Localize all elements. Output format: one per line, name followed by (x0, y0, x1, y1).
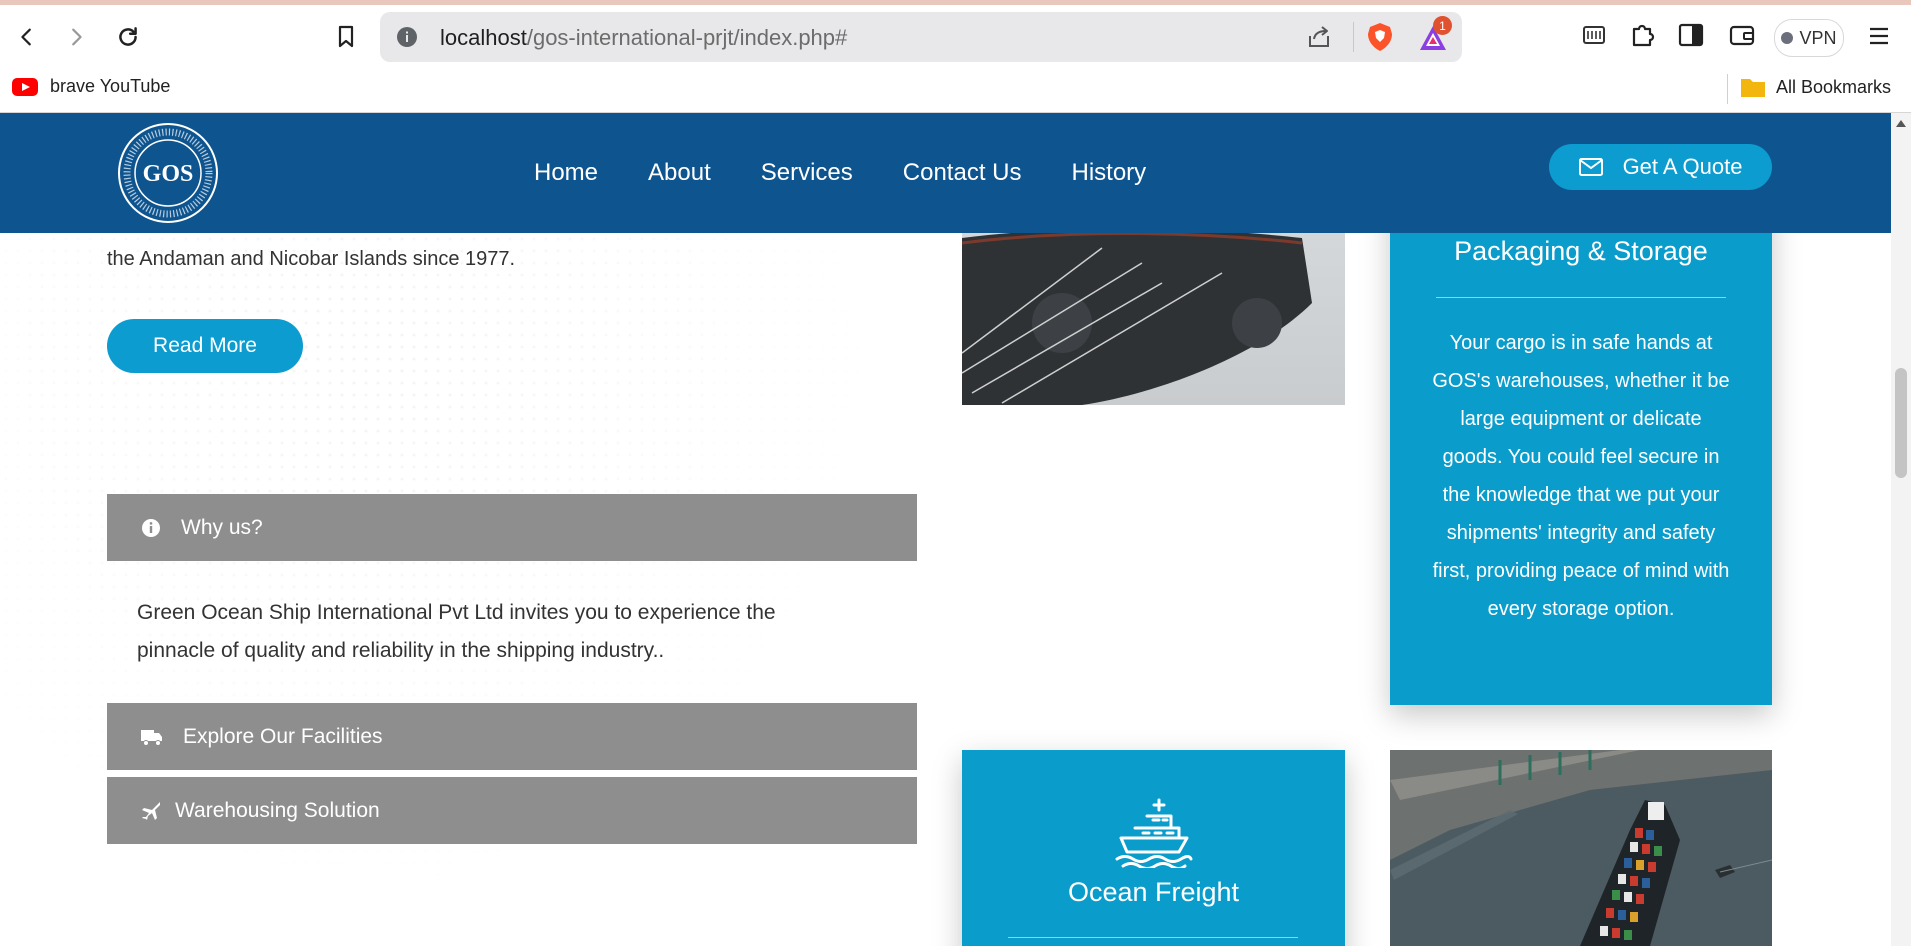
scroll-up-arrow-icon[interactable] (1896, 119, 1906, 127)
address-host: localhost (440, 25, 527, 50)
plane-icon (141, 801, 161, 821)
reload-button[interactable] (110, 19, 146, 55)
bookmarks-bar: brave YouTube All Bookmarks (0, 68, 1911, 113)
extensions-icon[interactable] (1628, 21, 1656, 49)
bookmarks-divider (1727, 74, 1728, 104)
forward-button[interactable] (58, 19, 94, 55)
bookmark-brave-youtube[interactable]: brave YouTube (12, 76, 170, 97)
main-nav: Home About Services Contact Us History (534, 113, 1196, 233)
back-button[interactable] (9, 19, 45, 55)
brave-shields-icon[interactable] (1366, 22, 1394, 52)
vpn-status-dot-icon (1781, 32, 1794, 44)
brave-wallet-icon[interactable] (1729, 23, 1755, 47)
gos-logo-icon: GOS (118, 123, 218, 223)
rewards-badge: 1 (1433, 16, 1452, 35)
address-url[interactable]: localhost/gos-international-prjt/index.p… (440, 25, 847, 51)
wallet-icon[interactable] (1582, 23, 1606, 47)
nav-contact-us[interactable]: Contact Us (903, 159, 1022, 187)
packaging-storage-title: Packaging & Storage (1454, 236, 1708, 266)
about-lead-text: the Andaman and Nicobar Islands since 19… (107, 248, 516, 270)
svg-text:GOS: GOS (143, 161, 194, 187)
card-divider (1436, 297, 1726, 298)
ocean-freight-title: Ocean Freight (1067, 877, 1240, 907)
read-more-button[interactable]: Read More (107, 319, 303, 373)
folder-icon (1741, 79, 1765, 97)
nav-history[interactable]: History (1072, 159, 1147, 187)
accordion-title: Explore Our Facilities (183, 724, 383, 748)
vpn-label: VPN (1799, 27, 1837, 48)
share-icon[interactable] (1306, 24, 1332, 50)
info-circle-icon (141, 518, 161, 538)
address-bar[interactable]: localhost/gos-international-prjt/index.p… (380, 12, 1462, 62)
youtube-icon (12, 77, 38, 96)
bookmark-icon (338, 25, 354, 48)
aerial-container-ship-image (1390, 750, 1772, 946)
scrollbar-thumb[interactable] (1895, 368, 1907, 478)
all-bookmarks-button[interactable]: All Bookmarks (1740, 76, 1891, 98)
accordion-explore-facilities[interactable]: Explore Our Facilities (107, 703, 917, 770)
browser-toolbar: localhost/gos-international-prjt/index.p… (0, 5, 1911, 68)
gos-logo[interactable]: GOS (116, 121, 220, 225)
get-a-quote-button[interactable]: Get A Quote (1549, 144, 1772, 190)
forward-arrow-icon (72, 28, 82, 46)
site-info-icon[interactable] (396, 26, 418, 48)
get-a-quote-label: Get A Quote (1622, 154, 1743, 179)
truck-icon (141, 728, 163, 746)
vpn-button[interactable]: VPN (1774, 19, 1844, 57)
cargo-ship-icon (1115, 798, 1193, 868)
page-scrollbar[interactable] (1891, 113, 1911, 946)
nav-about[interactable]: About (648, 159, 711, 187)
page-viewport: GOS Home About Services Contact Us Histo… (0, 113, 1891, 946)
envelope-icon (1578, 158, 1603, 176)
card-divider (1008, 937, 1298, 938)
nav-home[interactable]: Home (534, 159, 598, 187)
back-arrow-icon (21, 28, 31, 46)
reload-icon (119, 27, 137, 46)
nav-services[interactable]: Services (761, 159, 853, 187)
packaging-storage-text: Your cargo is in safe hands at GOS's war… (1432, 332, 1730, 620)
menu-icon[interactable] (1868, 26, 1890, 46)
accordion-why-us[interactable]: Why us? (107, 494, 917, 561)
ocean-freight-card[interactable]: Ocean Freight (962, 750, 1345, 946)
bookmark-page-button[interactable] (328, 19, 364, 55)
all-bookmarks-label: All Bookmarks (1776, 76, 1892, 97)
address-path: /gos-international-prjt/index.php# (526, 25, 848, 50)
sidebar-icon[interactable] (1678, 23, 1704, 47)
accordion-title: Warehousing Solution (175, 798, 380, 822)
accordion-title: Why us? (181, 515, 263, 539)
accordion-warehousing-solution[interactable]: Warehousing Solution (107, 777, 917, 844)
bookmark-label: brave YouTube (50, 76, 171, 96)
accordion-why-us-body: Green Ocean Ship International Pvt Ltd i… (137, 601, 776, 662)
site-header: GOS Home About Services Contact Us Histo… (0, 113, 1891, 233)
